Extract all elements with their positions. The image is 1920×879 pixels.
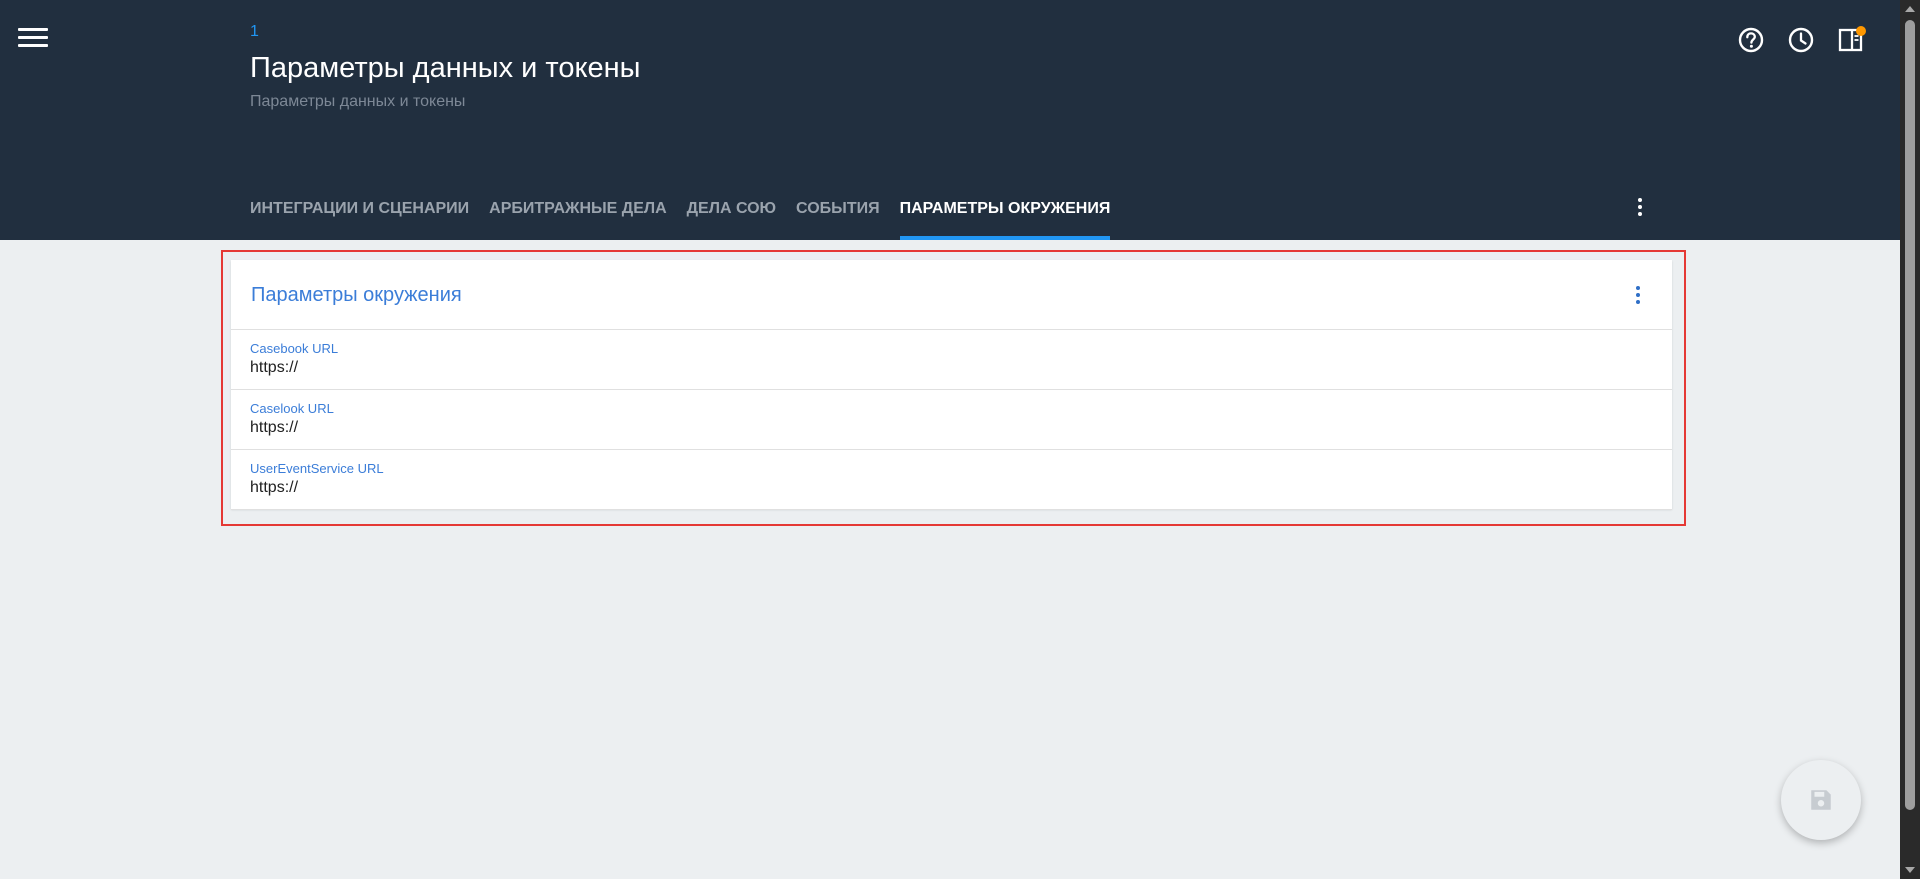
page-subtitle: Параметры данных и токены xyxy=(250,93,466,110)
history-icon[interactable] xyxy=(1786,25,1816,55)
field-value[interactable]: https:// xyxy=(250,479,298,497)
field-label: Casebook URL xyxy=(250,341,339,356)
scroll-thumb[interactable] xyxy=(1905,20,1915,810)
tab-bar: ИНТЕГРАЦИИ И СЦЕНАРИИ АРБИТРАЖНЫЕ ДЕЛА Д… xyxy=(250,190,1130,240)
more-vert-icon[interactable] xyxy=(1630,198,1650,222)
panel-icon[interactable] xyxy=(1836,25,1866,55)
card-header: Параметры окружения xyxy=(231,260,1672,330)
casebook-url-field[interactable]: Casebook URL https:// xyxy=(231,330,1672,390)
caselook-url-field[interactable]: Caselook URL https:// xyxy=(231,390,1672,450)
app-header: 1 Параметры данных и токены Параметры да… xyxy=(0,0,1900,240)
scroll-down-icon[interactable] xyxy=(1905,867,1915,873)
field-label: UserEventService URL xyxy=(250,461,384,476)
page-title: Параметры данных и токены xyxy=(250,52,641,84)
field-label: Caselook URL xyxy=(250,401,334,416)
card-title: Параметры окружения xyxy=(251,284,462,306)
tab-events[interactable]: СОБЫТИЯ xyxy=(796,190,880,240)
breadcrumb[interactable]: 1 xyxy=(250,23,259,41)
environment-params-card: Параметры окружения Casebook URL https:/… xyxy=(231,260,1672,510)
field-value[interactable]: https:// xyxy=(250,419,298,437)
menu-icon[interactable] xyxy=(18,28,48,52)
usereventservice-url-field[interactable]: UserEventService URL https:// xyxy=(231,450,1672,510)
save-icon xyxy=(1811,790,1831,810)
field-value[interactable]: https:// xyxy=(250,359,298,377)
tab-arbitration-cases[interactable]: АРБИТРАЖНЫЕ ДЕЛА xyxy=(489,190,666,240)
scroll-up-icon[interactable] xyxy=(1905,6,1915,12)
vertical-scrollbar[interactable] xyxy=(1900,0,1920,879)
notification-badge xyxy=(1856,26,1866,36)
help-icon[interactable] xyxy=(1736,25,1766,55)
tab-sou-cases[interactable]: ДЕЛА СОЮ xyxy=(687,190,776,240)
tab-integrations[interactable]: ИНТЕГРАЦИИ И СЦЕНАРИИ xyxy=(250,190,469,240)
save-button[interactable] xyxy=(1781,760,1861,840)
header-actions xyxy=(1736,25,1866,55)
tab-environment-params[interactable]: ПАРАМЕТРЫ ОКРУЖЕНИЯ xyxy=(899,190,1110,240)
card-more-vert-icon[interactable] xyxy=(1630,286,1646,308)
